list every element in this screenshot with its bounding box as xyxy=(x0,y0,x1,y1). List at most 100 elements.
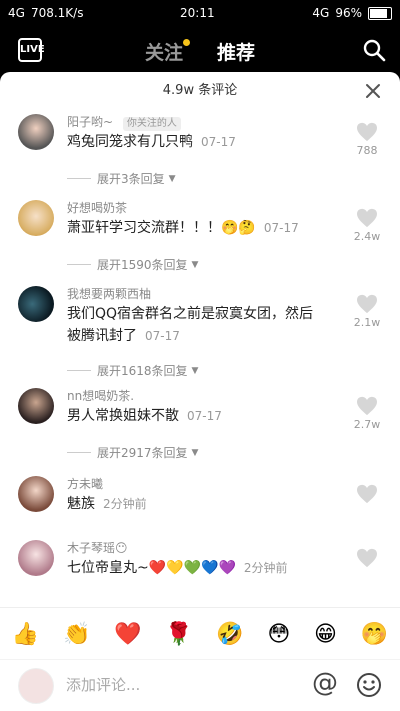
emoji-grin[interactable]: 😁 xyxy=(314,622,337,647)
comment-author[interactable]: 方未曦 xyxy=(67,477,103,491)
comment-author-row: 木子琴瑶😶 xyxy=(67,539,128,556)
like-count: 2.4w xyxy=(353,230,381,243)
network-speed: 708.1K/s xyxy=(30,6,84,20)
battery-percent: 96% xyxy=(335,6,362,20)
heart-icon xyxy=(357,122,377,142)
comment-date: 2分钟前 xyxy=(103,497,147,511)
comment-body: 鸡兔同笼求有几只鸭 xyxy=(67,134,193,150)
avatar[interactable] xyxy=(18,540,54,576)
comment-item: 阳子哟~ 你关注的人 鸡兔同笼求有几只鸭 07-17 788 展开3条回复 ▼ xyxy=(0,110,400,200)
comment-author-row: 我想要两颗西柚 xyxy=(67,285,151,302)
avatar[interactable] xyxy=(18,286,54,322)
comment-date: 07-17 xyxy=(263,221,299,235)
like-button[interactable]: 788 xyxy=(352,122,382,157)
like-button[interactable]: 2.7w xyxy=(352,396,382,431)
emoji-flushed[interactable]: 😳 xyxy=(267,622,290,647)
notification-dot xyxy=(183,39,190,46)
comment-input[interactable]: 添加评论... xyxy=(66,674,140,695)
like-button[interactable]: 2.4w xyxy=(352,208,382,243)
chevron-down-icon: ▼ xyxy=(168,173,176,184)
status-bar: 4G 708.1K/s 20:11 4G 96% xyxy=(0,0,400,28)
comment-text[interactable]: 鸡兔同笼求有几只鸭 07-17 xyxy=(67,131,327,153)
avatar[interactable] xyxy=(18,114,54,150)
emoji-heart[interactable]: ❤️ xyxy=(114,622,141,647)
tab-follow[interactable]: 关注 xyxy=(145,38,183,65)
avatar[interactable] xyxy=(18,388,54,424)
comment-body: 魅族 xyxy=(67,496,95,512)
chevron-down-icon: ▼ xyxy=(191,259,199,270)
smile-icon[interactable] xyxy=(356,672,382,698)
like-count: 788 xyxy=(356,144,378,157)
search-icon[interactable] xyxy=(362,38,386,62)
comment-input-row: 添加评论... @ xyxy=(0,659,400,711)
comment-author[interactable]: 阳子哟~ xyxy=(67,115,113,129)
comment-body: 萧亚轩学习交流群！！！🤭🤔 xyxy=(67,220,256,236)
avatar[interactable] xyxy=(18,476,54,512)
expand-replies-label: 展开1618条回复 xyxy=(97,364,188,378)
comment-author-row: nn想喝奶茶. xyxy=(67,387,134,404)
comment-item: 我想要两颗西柚 我们QQ宿舍群名之前是寂寞女团，然后被腾讯封了 07-17 2.1… xyxy=(0,282,400,382)
comment-panel: 4.9w 条评论 阳子哟~ 你关注的人 鸡兔同笼求有几只鸭 07-17 788 展… xyxy=(0,72,400,711)
heart-icon xyxy=(357,484,377,504)
comment-date: 07-17 xyxy=(187,409,222,423)
comment-item: nn想喝奶茶. 男人常换姐妹不散 07-17 2.7w 展开2917条回复 ▼ xyxy=(0,384,400,474)
comment-date: 07-17 xyxy=(145,329,180,343)
avatar[interactable] xyxy=(18,200,54,236)
comment-author[interactable]: 好想喝奶茶 xyxy=(67,201,127,215)
divider xyxy=(67,370,91,371)
top-nav: LIVE 关注 推荐 xyxy=(0,28,400,74)
comment-text[interactable]: 魅族 2分钟前 xyxy=(67,493,327,515)
heart-icon xyxy=(357,396,377,416)
like-button[interactable] xyxy=(352,484,382,504)
like-count: 2.7w xyxy=(353,418,381,431)
comment-author-row: 好想喝奶茶 xyxy=(67,199,127,216)
expand-replies[interactable]: 展开1590条回复 ▼ xyxy=(67,256,198,273)
expand-replies[interactable]: 展开2917条回复 ▼ xyxy=(67,444,198,461)
expand-replies[interactable]: 展开1618条回复 ▼ xyxy=(67,362,198,379)
heart-icon xyxy=(357,548,377,568)
comment-body: 男人常换姐妹不散 xyxy=(67,408,179,424)
panel-header: 4.9w 条评论 xyxy=(0,72,400,110)
expand-replies[interactable]: 展开3条回复 ▼ xyxy=(67,170,176,187)
close-icon[interactable] xyxy=(364,82,382,100)
expand-replies-label: 展开1590条回复 xyxy=(97,258,188,272)
network-label: 4G xyxy=(8,6,25,20)
divider xyxy=(67,178,91,179)
emoji-clap[interactable]: 👏 xyxy=(63,622,90,647)
comment-date: 2分钟前 xyxy=(243,561,288,575)
avatar[interactable] xyxy=(18,668,54,704)
like-button[interactable] xyxy=(352,548,382,568)
battery-icon xyxy=(368,6,392,20)
comment-text[interactable]: 男人常换姐妹不散 07-17 xyxy=(67,405,327,427)
comment-item: 好想喝奶茶 萧亚轩学习交流群！！！🤭🤔 07-17 2.4w 展开1590条回复 … xyxy=(0,196,400,286)
like-count: 2.1w xyxy=(353,316,381,329)
mention-icon[interactable]: @ xyxy=(312,668,338,698)
live-icon[interactable]: LIVE xyxy=(18,38,45,62)
comment-text[interactable]: 我们QQ宿舍群名之前是寂寞女团，然后被腾讯封了 07-17 xyxy=(67,303,327,347)
comment-count-title: 4.9w 条评论 xyxy=(162,83,238,98)
emoji-giggle[interactable]: 🤭 xyxy=(361,622,388,647)
clock: 20:11 xyxy=(180,6,215,20)
tab-recommend[interactable]: 推荐 xyxy=(217,38,255,65)
comment-text[interactable]: 七位帝皇丸~❤️💛💚💙💜 2分钟前 xyxy=(67,557,347,579)
heart-icon xyxy=(357,294,377,314)
comment-date: 07-17 xyxy=(201,135,236,149)
comment-body: 七位帝皇丸~❤️💛💚💙💜 xyxy=(67,560,236,576)
chevron-down-icon: ▼ xyxy=(191,365,199,376)
like-button[interactable]: 2.1w xyxy=(352,294,382,329)
comment-text[interactable]: 萧亚轩学习交流群！！！🤭🤔 07-17 xyxy=(67,217,327,239)
expand-replies-label: 展开2917条回复 xyxy=(97,446,188,460)
emoji-bar: 👍 👏 ❤️ 🌹 🤣 😳 😁 🤭 xyxy=(0,607,400,660)
expand-replies-label: 展开3条回复 xyxy=(97,172,165,186)
following-tag: 你关注的人 xyxy=(122,117,181,131)
emoji-rose[interactable]: 🌹 xyxy=(165,622,192,647)
comment-author[interactable]: 我想要两颗西柚 xyxy=(67,287,151,301)
comment-author[interactable]: 木子琴瑶😶 xyxy=(67,541,128,555)
divider xyxy=(67,452,91,453)
emoji-laugh[interactable]: 🤣 xyxy=(216,622,243,647)
emoji-thumbs-up[interactable]: 👍 xyxy=(12,622,39,647)
comment-author[interactable]: nn想喝奶茶. xyxy=(67,389,134,403)
comment-body: 我们QQ宿舍群名之前是寂寞女团，然后被腾讯封了 xyxy=(67,306,314,344)
network-label-right: 4G xyxy=(312,6,330,20)
comment-item: 木子琴瑶😶 七位帝皇丸~❤️💛💚💙💜 2分钟前 xyxy=(0,536,400,600)
